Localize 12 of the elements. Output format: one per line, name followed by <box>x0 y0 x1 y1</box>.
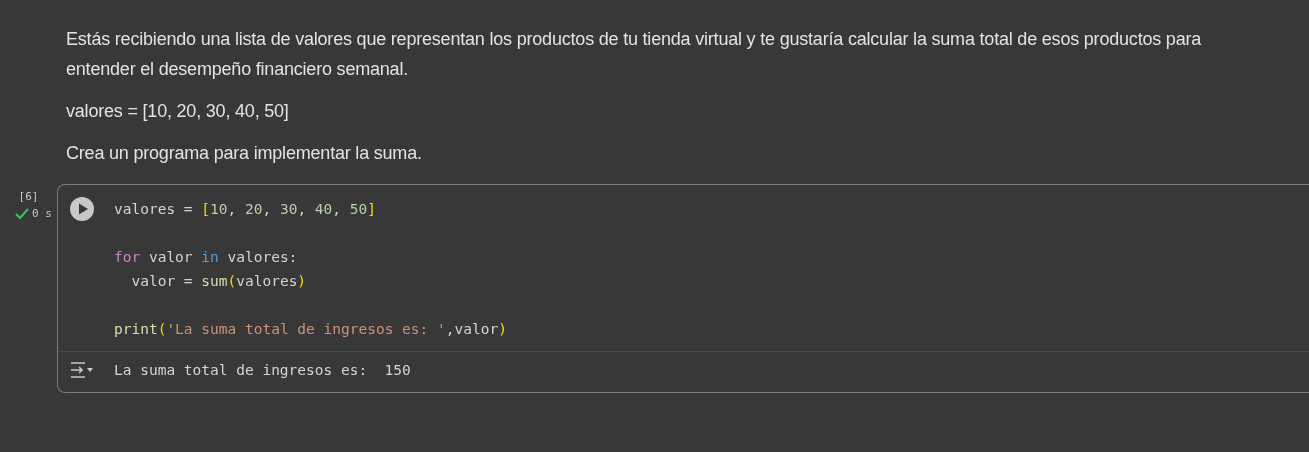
code-line: valor = sum(valores) <box>130 272 308 291</box>
code-line: print('La suma total de ingresos es: ',valor) <box>114 320 507 339</box>
paragraph: Crea un programa para implementar la suma. <box>66 142 423 165</box>
output-text: La suma total de ingresos es: 150 <box>114 361 411 380</box>
execution-count: [6] <box>18 190 39 203</box>
run-icon[interactable] <box>70 197 94 221</box>
run-duration: 0 s <box>32 207 52 220</box>
code-line: for valor in valores: <box>114 248 299 267</box>
output-toggle-icon[interactable] <box>70 361 94 379</box>
paragraph: valores = [10, 20, 30, 40, 50] <box>66 100 290 123</box>
paragraph: Estás recibiendo una lista de valores que representan los productos de tu tienda virtual y te gustaría calcular la suma total de esos productos para entender el desempeño financiero semanal. <box>66 28 1203 81</box>
code-line: valores = [10, 20, 30, 40, 50] <box>114 200 377 219</box>
